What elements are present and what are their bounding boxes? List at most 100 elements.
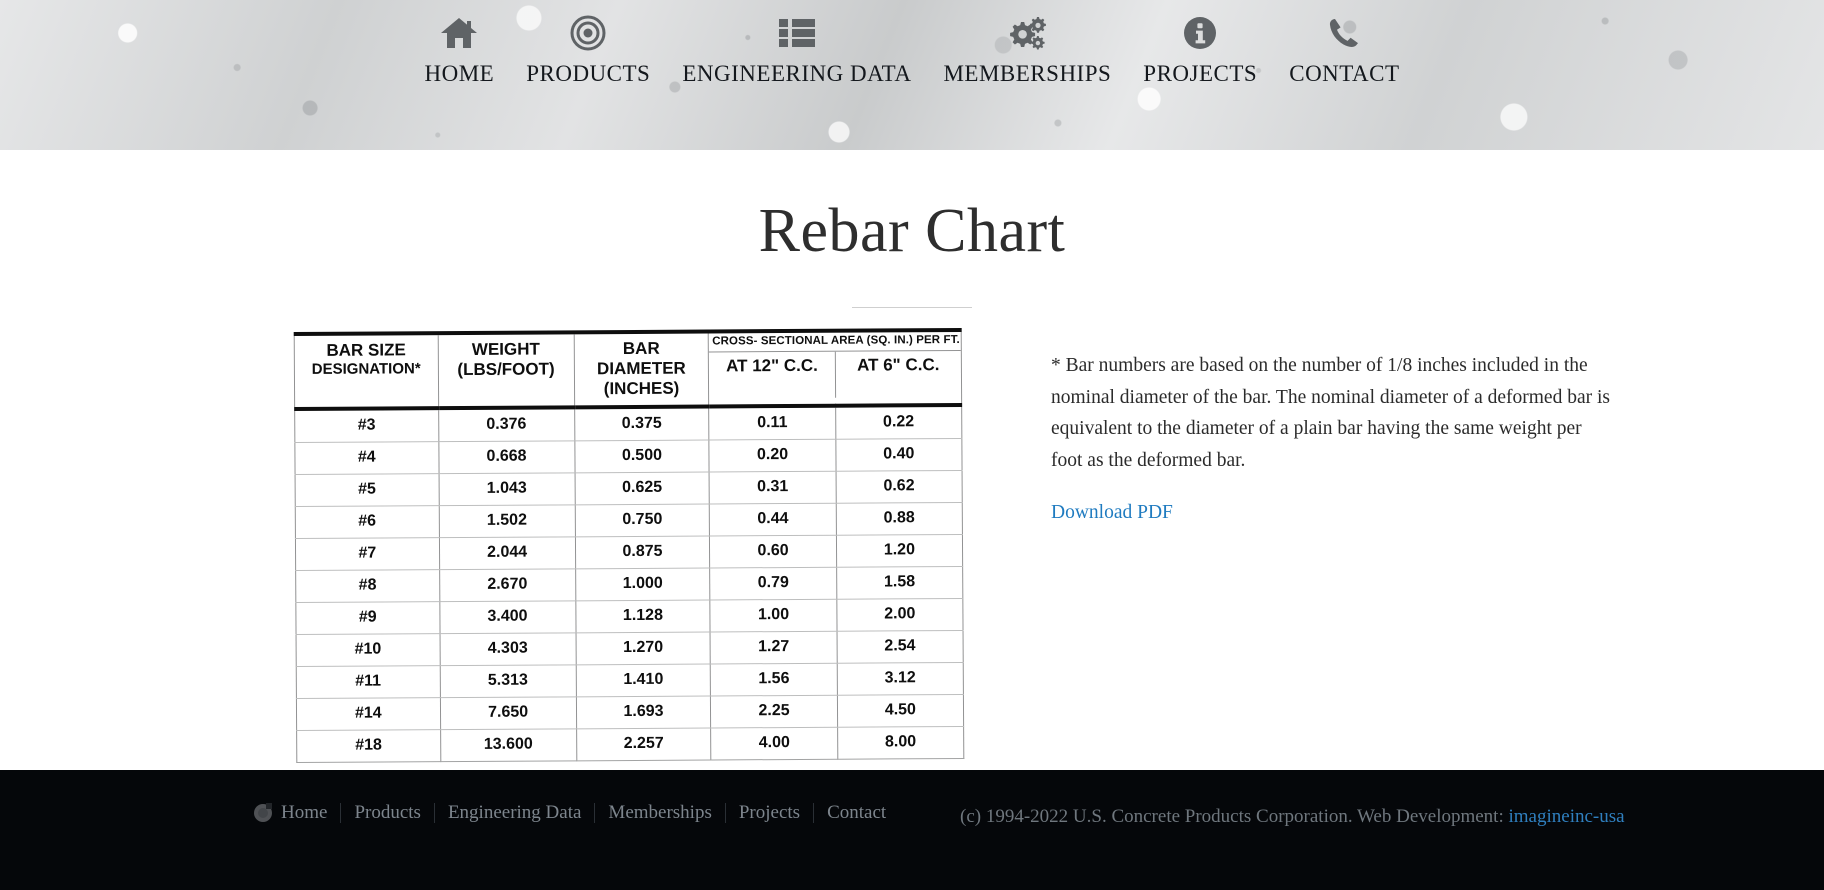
cell-bar-size: #5: [295, 473, 439, 507]
footer-copyright-text: (c) 1994-2022 U.S. Concrete Products Cor…: [960, 806, 1504, 827]
nav-label-engineering-data: ENGINEERING DATA: [682, 61, 912, 86]
footer-link-memberships[interactable]: Memberships: [594, 802, 724, 824]
cell-area-at-12-cc: 1.00: [710, 599, 837, 633]
header-cross-sectional-area-title: CROSS- SECTIONAL AREA (SQ. IN.) PER FT.: [709, 331, 961, 353]
cell-area-at-6-cc: 1.58: [836, 566, 963, 600]
cell-area-at-6-cc: 4.50: [837, 694, 964, 728]
nav-label-products: PRODUCTS: [526, 61, 651, 86]
table-row: #11 5.313 1.410 1.56 3.12: [296, 662, 964, 699]
cell-bar-diameter: 0.750: [574, 504, 710, 537]
main-content: Rebar Chart BAR SIZE DESIGNATION* WEIGHT: [0, 150, 1824, 770]
nav-item-products[interactable]: PRODUCTS: [510, 12, 666, 87]
cell-area-at-6-cc: 0.62: [835, 470, 963, 504]
nav-label-contact: CONTACT: [1289, 61, 1400, 86]
nav-item-contact[interactable]: CONTACT: [1273, 12, 1415, 87]
footer-link-contact[interactable]: Contact: [813, 802, 899, 824]
cell-area-at-12-cc: 0.60: [709, 535, 837, 569]
cell-bar-diameter: 1.410: [575, 664, 711, 697]
table-row: #6 1.502 0.750 0.44 0.88: [295, 502, 963, 539]
table-row: #9 3.400 1.128 1.00 2.00: [295, 598, 964, 635]
site-footer: Home Products Engineering Data Memberships P…: [0, 770, 1824, 890]
cell-area-at-6-cc: 1.20: [836, 534, 963, 568]
cell-area-at-6-cc: 2.00: [836, 598, 964, 632]
header-bar-size: BAR SIZE DESIGNATION*: [294, 335, 439, 410]
header-bar-diameter-line1: BAR: [622, 338, 660, 359]
cell-area-at-12-cc: 0.11: [709, 405, 836, 441]
header-weight: WEIGHT (LBS/FOOT): [437, 334, 575, 409]
nav-item-home[interactable]: HOME: [408, 12, 510, 87]
cell-area-at-12-cc: 4.00: [711, 727, 838, 761]
rebar-header-row: BAR SIZE DESIGNATION* WEIGHT (LBS/FOOT) …: [294, 331, 962, 410]
download-pdf-link[interactable]: Download PDF: [1051, 502, 1173, 524]
cell-bar-diameter: 1.128: [575, 600, 711, 633]
phone-icon: [1327, 12, 1361, 54]
gears-icon: [1007, 12, 1047, 54]
cell-bar-size: #7: [295, 537, 440, 571]
cell-bar-size: #8: [295, 569, 440, 603]
cell-area-at-6-cc: 8.00: [837, 726, 964, 760]
nav-item-engineering-data[interactable]: ENGINEERING DATA: [666, 12, 927, 87]
header-bar-diameter-line3: (INCHES): [603, 378, 680, 399]
cell-bar-diameter: 0.500: [574, 440, 710, 473]
cell-bar-size: #4: [294, 441, 439, 475]
cell-weight: 2.670: [439, 568, 576, 602]
rebar-table-body: #3 0.376 0.375 0.11 0.22 #4 0.668 0.500 0.20 0.40…: [294, 405, 964, 763]
footer-logo-icon: [252, 802, 274, 824]
header-weight-line2: (LBS/FOOT): [457, 359, 555, 380]
cell-area-at-12-cc: 0.79: [710, 567, 837, 601]
footer-navigation: Home Products Engineering Data Memberships P…: [252, 802, 899, 824]
cell-weight: 13.600: [440, 728, 577, 762]
cell-weight: 0.668: [438, 440, 575, 474]
cell-bar-diameter: 0.625: [574, 472, 710, 505]
info-icon: [1183, 12, 1217, 54]
cell-area-at-6-cc: 0.88: [835, 502, 963, 536]
cell-area-at-6-cc: 0.40: [835, 438, 963, 472]
cell-weight: 1.043: [438, 472, 575, 506]
content-row: BAR SIZE DESIGNATION* WEIGHT (LBS/FOOT) …: [0, 308, 1824, 764]
cell-area-at-6-cc: 0.22: [835, 405, 962, 440]
list-icon: [778, 12, 815, 54]
header-bar-size-line2: DESIGNATION*: [311, 360, 421, 378]
nav-label-projects: PROJECTS: [1143, 61, 1258, 86]
nav-item-memberships[interactable]: MEMBERSHIPS: [927, 12, 1127, 87]
table-row: #8 2.670 1.000 0.79 1.58: [295, 566, 963, 603]
table-row: #7 2.044 0.875 0.60 1.20: [295, 534, 963, 571]
cell-bar-diameter: 0.375: [574, 406, 710, 441]
table-row: #5 1.043 0.625 0.31 0.62: [295, 470, 963, 507]
cell-weight: 5.313: [439, 664, 576, 698]
cell-area-at-12-cc: 1.27: [710, 631, 837, 665]
footer-developer-link[interactable]: imagineinc-usa: [1509, 806, 1625, 827]
footer-inner: Home Products Engineering Data Memberships P…: [0, 770, 1824, 890]
cell-area-at-12-cc: 2.25: [710, 695, 838, 729]
cell-area-at-12-cc: 0.44: [709, 503, 837, 537]
nav-label-home: HOME: [424, 61, 495, 86]
cell-weight: 1.502: [438, 504, 576, 538]
cell-weight: 0.376: [438, 407, 575, 442]
table-row: #18 13.600 2.257 4.00 8.00: [296, 726, 964, 763]
nav-item-projects[interactable]: PROJECTS: [1127, 12, 1273, 87]
cell-bar-size: #11: [296, 665, 441, 699]
cell-area-at-12-cc: 0.31: [709, 471, 836, 505]
header-weight-line1: WEIGHT: [471, 339, 540, 359]
cell-bar-diameter: 0.875: [575, 536, 711, 569]
table-row: #10 4.303 1.270 1.27 2.54: [296, 630, 964, 667]
header-at-6-cc: AT 6" C.C.: [834, 350, 962, 398]
cell-area-at-6-cc: 2.54: [836, 630, 964, 664]
footer-link-products[interactable]: Products: [340, 802, 434, 824]
cell-bar-size: #3: [294, 408, 439, 443]
cell-bar-size: #14: [296, 697, 441, 731]
rebar-table-container: BAR SIZE DESIGNATION* WEIGHT (LBS/FOOT) …: [293, 327, 1015, 764]
footer-copyright: (c) 1994-2022 U.S. Concrete Products Cor…: [960, 806, 1625, 828]
bar-number-note: * Bar numbers are based on the number of…: [1051, 355, 1610, 471]
rebar-table-head: BAR SIZE DESIGNATION* WEIGHT (LBS/FOOT) …: [294, 331, 962, 410]
cell-weight: 4.303: [439, 632, 576, 666]
site-header: HOME PRODUCTS ENGINEERING DATA MEMBERSHI…: [0, 0, 1824, 150]
header-cross-sectional-area-group: CROSS- SECTIONAL AREA (SQ. IN.) PER FT. …: [708, 331, 962, 407]
nav-label-memberships: MEMBERSHIPS: [943, 61, 1112, 86]
cell-bar-size: #18: [296, 729, 441, 763]
cell-bar-size: #10: [296, 633, 440, 667]
footer-link-home[interactable]: Home: [268, 802, 340, 824]
cell-area-at-12-cc: 0.20: [709, 439, 836, 473]
footer-link-projects[interactable]: Projects: [724, 802, 813, 824]
footer-link-engineering-data[interactable]: Engineering Data: [433, 802, 594, 824]
